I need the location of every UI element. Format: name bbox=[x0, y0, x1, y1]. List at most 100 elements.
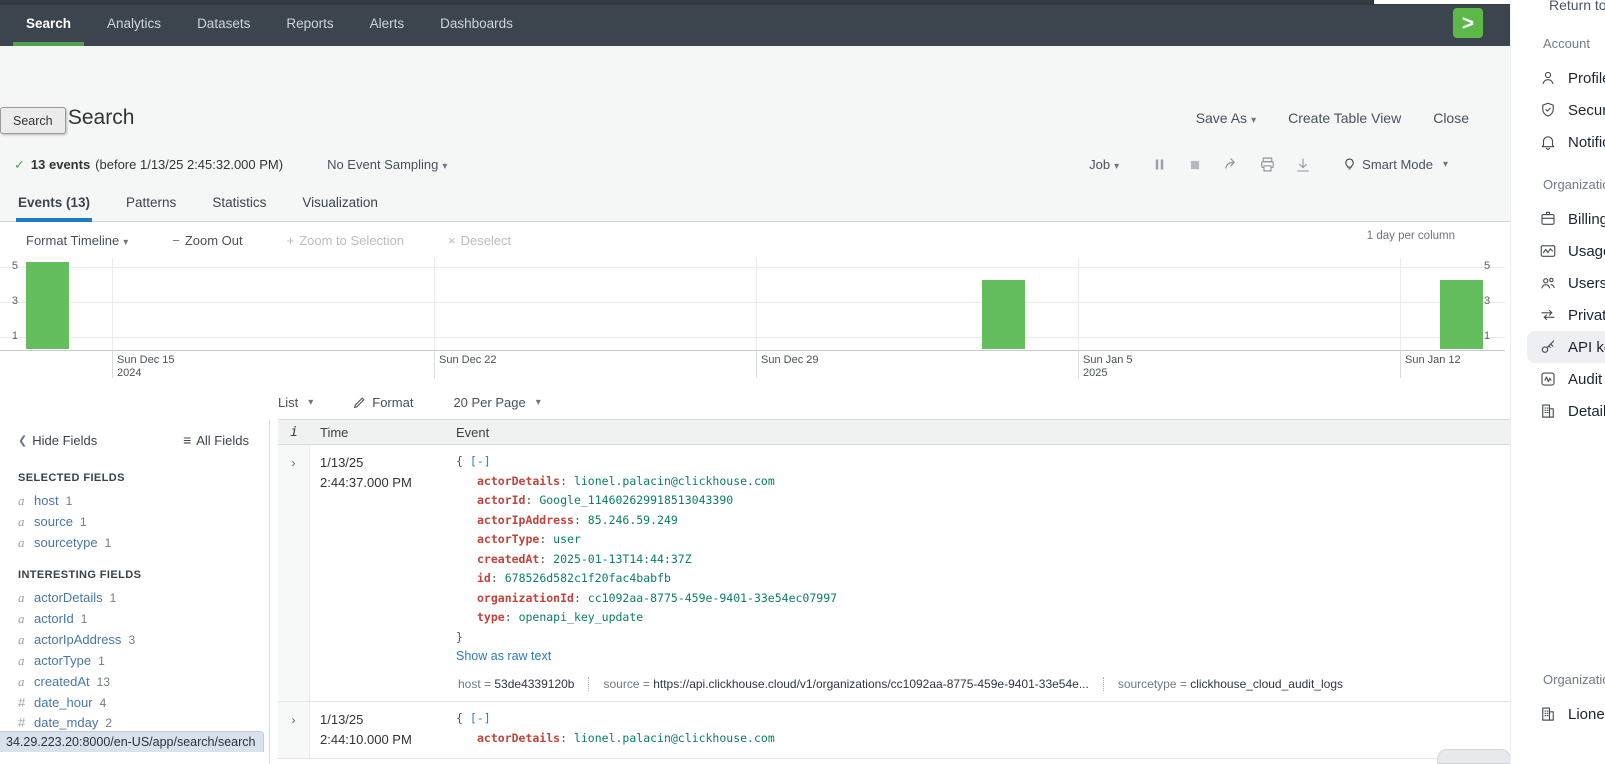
create-table-view-button[interactable]: Create Table View bbox=[1288, 110, 1401, 126]
return-link[interactable]: Return to bbox=[1549, 0, 1605, 13]
field-sourcetype[interactable]: asourcetype1 bbox=[0, 532, 269, 553]
panel-item-security[interactable]: Security bbox=[1527, 94, 1605, 126]
panel-item-billing[interactable]: Billing bbox=[1527, 203, 1605, 235]
json-open-line: { [-] bbox=[456, 452, 1510, 472]
all-fields-button[interactable]: ≡All Fields bbox=[183, 432, 249, 448]
zoom-to-selection-button[interactable]: +Zoom to Selection bbox=[287, 233, 404, 248]
print-button[interactable] bbox=[1252, 154, 1282, 176]
json-value[interactable]: lionel.palacin@clickhouse.com bbox=[574, 474, 775, 488]
json-value[interactable]: openapi_key_update bbox=[519, 610, 644, 624]
event-date: 1/13/25 bbox=[320, 453, 446, 473]
field-actorDetails[interactable]: aactorDetails1 bbox=[0, 587, 269, 608]
chevron-down-icon: ▾ bbox=[308, 397, 313, 408]
panel-item-lionel[interactable]: Lionel bbox=[1527, 698, 1605, 730]
panel-item-notifications[interactable]: Notifications bbox=[1527, 126, 1605, 158]
nav-item-search[interactable]: Search bbox=[13, 0, 84, 46]
field-host[interactable]: ahost1 bbox=[0, 490, 269, 511]
splunk-logo-icon[interactable]: > bbox=[1453, 8, 1483, 38]
json-value[interactable]: Google_114602629918513043390 bbox=[539, 493, 733, 507]
zoom-out-button[interactable]: −Zoom Out bbox=[172, 233, 242, 248]
json-value[interactable]: lionel.palacin@clickhouse.com bbox=[574, 731, 775, 745]
pause-button[interactable] bbox=[1144, 154, 1174, 176]
json-value[interactable]: 2025-01-13T14:44:37Z bbox=[553, 552, 691, 566]
json-value[interactable]: 85.246.59.249 bbox=[588, 513, 678, 527]
search-mode-dropdown[interactable]: Smart Mode ▾ bbox=[1343, 157, 1448, 172]
close-button[interactable]: Close bbox=[1433, 110, 1469, 126]
key-icon bbox=[1539, 338, 1557, 356]
clickhouse-settings-panel: Return to AccountProfileSecurityNotifica… bbox=[1510, 0, 1605, 764]
json-key[interactable]: createdAt bbox=[477, 552, 539, 566]
field-name: source bbox=[34, 514, 73, 529]
tab-patterns[interactable]: Patterns bbox=[124, 184, 178, 221]
panel-item-profile[interactable]: Profile bbox=[1527, 62, 1605, 94]
expand-event-icon[interactable]: › bbox=[292, 456, 296, 470]
field-actorId[interactable]: aactorId1 bbox=[0, 608, 269, 629]
ytick-left-3: 3 bbox=[6, 295, 18, 307]
stop-button[interactable] bbox=[1180, 154, 1210, 176]
nav-item-dashboards[interactable]: Dashboards bbox=[427, 0, 526, 46]
timeline-bar-3[interactable] bbox=[1440, 280, 1483, 349]
json-key[interactable]: actorDetails bbox=[477, 474, 560, 488]
hide-fields-button[interactable]: ❮Hide Fields bbox=[18, 433, 97, 448]
timeline-plot-area[interactable] bbox=[0, 258, 1505, 350]
format-timeline-dropdown[interactable]: Format Timeline▾ bbox=[26, 233, 128, 248]
format-results-button[interactable]: Format bbox=[353, 395, 413, 410]
export-button[interactable] bbox=[1288, 154, 1318, 176]
field-date_hour[interactable]: #date_hour4 bbox=[0, 692, 269, 712]
field-name: actorType bbox=[34, 653, 91, 668]
field-date_mday[interactable]: #date_mday2 bbox=[0, 712, 269, 732]
json-key[interactable]: type bbox=[477, 610, 505, 624]
job-dropdown[interactable]: Job▾ bbox=[1089, 157, 1119, 172]
meta-field-host[interactable]: host = 53de4339120b bbox=[456, 677, 588, 691]
timeline-bar-2[interactable] bbox=[982, 280, 1025, 349]
nav-item-alerts[interactable]: Alerts bbox=[357, 0, 418, 46]
json-key[interactable]: actorType bbox=[477, 532, 539, 546]
collapse-json-link[interactable]: [-] bbox=[470, 711, 491, 725]
nav-item-analytics[interactable]: Analytics bbox=[94, 0, 174, 46]
panel-item-api-keys[interactable]: API keys bbox=[1527, 331, 1605, 363]
xtick-label-3: Sun Jan 52025 bbox=[1083, 354, 1133, 380]
per-page-dropdown[interactable]: 20 Per Page▾ bbox=[453, 395, 540, 410]
panel-item-users[interactable]: Users bbox=[1527, 267, 1605, 299]
json-key[interactable]: organizationId bbox=[477, 591, 574, 605]
deselect-button[interactable]: ×Deselect bbox=[448, 233, 511, 248]
tab-events-13-[interactable]: Events (13) bbox=[16, 184, 92, 221]
event-time: 2:44:10.000 PM bbox=[320, 730, 446, 750]
event-json: { [-] actorDetails: lionel.palacin@clickh… bbox=[456, 452, 1510, 647]
field-actorType[interactable]: aactorType1 bbox=[0, 650, 269, 671]
panel-item-usage[interactable]: Usage bbox=[1527, 235, 1605, 267]
json-key[interactable]: actorDetails bbox=[477, 731, 560, 745]
tab-visualization[interactable]: Visualization bbox=[300, 184, 380, 221]
json-value[interactable]: cc1092aa-8775-459e-9401-33e54ec07997 bbox=[588, 591, 837, 605]
event-time-cell: 1/13/252:44:37.000 PM bbox=[310, 445, 446, 701]
share-button[interactable] bbox=[1216, 154, 1246, 176]
panel-item-details[interactable]: Details bbox=[1527, 395, 1605, 427]
field-actorIpAddress[interactable]: aactorIpAddress3 bbox=[0, 629, 269, 650]
json-key[interactable]: actorId bbox=[477, 493, 525, 507]
meta-field-source[interactable]: source = https://api.clickhouse.cloud/v1… bbox=[588, 677, 1102, 691]
json-colon: : bbox=[539, 552, 553, 566]
nav-item-datasets[interactable]: Datasets bbox=[184, 0, 263, 46]
timeline-bar-1[interactable] bbox=[26, 262, 69, 349]
panel-item-private[interactable]: Private bbox=[1527, 299, 1605, 331]
panel-item-audit[interactable]: Audit bbox=[1527, 363, 1605, 395]
field-createdAt[interactable]: acreatedAt13 bbox=[0, 671, 269, 692]
nav-item-reports[interactable]: Reports bbox=[273, 0, 346, 46]
expand-event-icon[interactable]: › bbox=[292, 713, 296, 727]
meta-field-sourcetype[interactable]: sourcetype = clickhouse_cloud_audit_logs bbox=[1103, 677, 1357, 691]
field-count: 1 bbox=[110, 591, 117, 605]
field-source[interactable]: asource1 bbox=[0, 511, 269, 532]
overlapping-window-edge bbox=[1373, 0, 1510, 5]
json-key[interactable]: id bbox=[477, 571, 491, 585]
list-view-dropdown[interactable]: List▾ bbox=[278, 395, 313, 410]
event-row: ›1/13/252:44:10.000 PM{ [-]actorDetails:… bbox=[278, 702, 1510, 759]
event-sampling-dropdown[interactable]: No Event Sampling▾ bbox=[327, 157, 447, 172]
json-key[interactable]: actorIpAddress bbox=[477, 513, 574, 527]
tab-statistics[interactable]: Statistics bbox=[210, 184, 268, 221]
save-as-button[interactable]: Save As▾ bbox=[1196, 110, 1256, 126]
show-raw-text-link[interactable]: Show as raw text bbox=[456, 649, 551, 663]
collapse-json-link[interactable]: [-] bbox=[470, 454, 491, 468]
panel-section-title: Organization bbox=[1511, 177, 1605, 193]
json-value[interactable]: user bbox=[553, 532, 581, 546]
json-value[interactable]: 678526d582c1f20fac4babfb bbox=[505, 571, 671, 585]
